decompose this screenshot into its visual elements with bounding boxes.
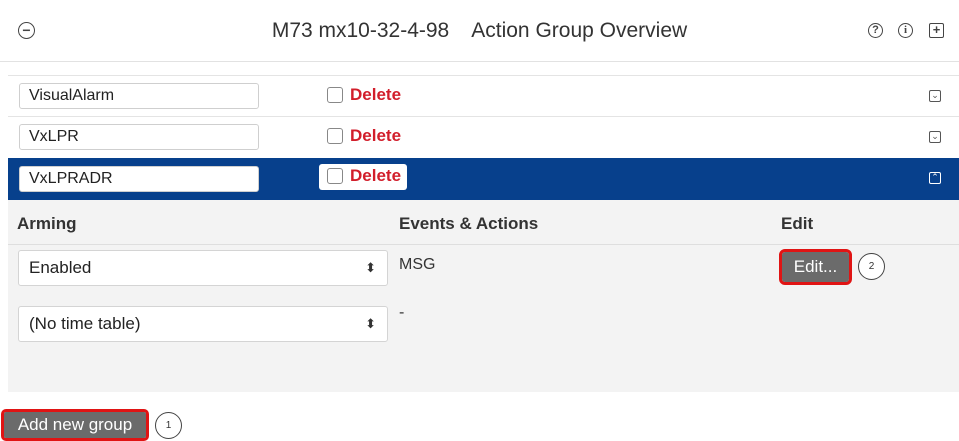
header-divider bbox=[8, 244, 959, 245]
group-name-input[interactable]: VisualAlarm bbox=[19, 83, 259, 109]
arming-select[interactable]: Enabled ⬍ bbox=[18, 250, 388, 286]
events-header: Events & Actions bbox=[399, 214, 539, 233]
arming-header: Arming bbox=[17, 214, 77, 233]
add-new-group-button[interactable]: Add new group bbox=[1, 409, 149, 441]
delete-checkbox[interactable] bbox=[327, 128, 343, 144]
page-title: M73 mx10-32-4-98 Action Group Overview bbox=[0, 0, 959, 62]
delete-label: Delete bbox=[350, 85, 402, 104]
delete-toggle[interactable]: Delete bbox=[319, 124, 407, 150]
chevron-up-icon[interactable]: ⌃ bbox=[929, 172, 941, 184]
edit-header: Edit bbox=[781, 214, 814, 233]
delete-label: Delete bbox=[350, 166, 402, 185]
chevron-down-icon[interactable]: ⌄ bbox=[929, 90, 941, 102]
edit-button[interactable]: Edit... bbox=[779, 249, 852, 285]
delete-checkbox[interactable] bbox=[327, 87, 343, 103]
delete-toggle[interactable]: Delete bbox=[319, 164, 408, 190]
help-icon[interactable]: ? bbox=[868, 23, 883, 38]
info-icon[interactable]: i bbox=[898, 23, 913, 38]
event-action-value: MSG bbox=[399, 256, 436, 273]
delete-label: Delete bbox=[350, 126, 402, 145]
group-row[interactable]: VisualAlarm Delete ⌄ bbox=[8, 75, 959, 115]
group-row-selected[interactable]: VxLPRADR Delete ⌃ bbox=[8, 158, 959, 200]
callout-1: 1 bbox=[155, 412, 182, 439]
group-name-input[interactable]: VxLPR bbox=[19, 124, 259, 150]
timetable-select[interactable]: (No time table) ⬍ bbox=[18, 306, 388, 342]
page-title-text: Action Group Overview bbox=[471, 19, 688, 42]
select-arrows-icon: ⬍ bbox=[365, 260, 376, 275]
timetable-select-value: (No time table) bbox=[29, 314, 141, 333]
device-name: M73 mx10-32-4-98 bbox=[271, 19, 450, 42]
expand-icon[interactable]: + bbox=[929, 23, 944, 38]
group-name-input[interactable]: VxLPRADR bbox=[19, 166, 259, 192]
callout-2: 2 bbox=[858, 253, 885, 280]
chevron-down-icon[interactable]: ⌄ bbox=[929, 131, 941, 143]
delete-toggle[interactable]: Delete bbox=[319, 83, 407, 109]
event-action-value: - bbox=[399, 304, 405, 321]
group-detail-panel: Arming Events & Actions Edit Enabled ⬍ (… bbox=[8, 200, 959, 392]
group-row[interactable]: VxLPR Delete ⌄ bbox=[8, 116, 959, 156]
delete-checkbox[interactable] bbox=[327, 168, 343, 184]
arming-select-value: Enabled bbox=[29, 258, 92, 277]
select-arrows-icon: ⬍ bbox=[365, 316, 376, 331]
